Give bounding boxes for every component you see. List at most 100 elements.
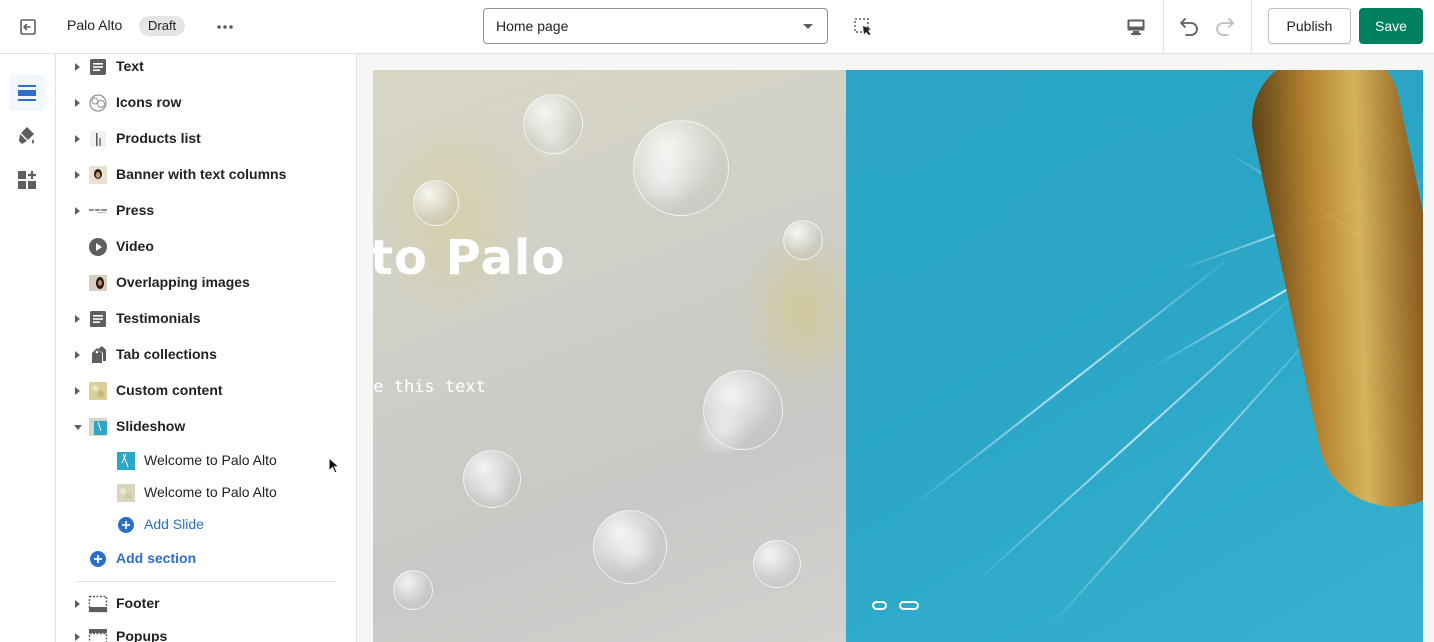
text-block-icon	[88, 57, 108, 77]
divider	[1163, 0, 1164, 54]
add-slide-label: Add Slide	[144, 516, 204, 532]
slideshow-slide[interactable]	[846, 70, 1423, 642]
add-section-button[interactable]: Add section	[56, 543, 356, 575]
collapse-arrow-icon[interactable]	[74, 425, 82, 430]
section-label: Video	[116, 238, 154, 254]
bubble-shape	[783, 220, 823, 260]
divider	[76, 581, 336, 582]
slideshow-pagination	[872, 601, 919, 610]
section-item-testimonials[interactable]: Testimonials	[56, 303, 356, 335]
section-label: Testimonials	[116, 310, 201, 326]
save-button[interactable]: Save	[1359, 8, 1423, 44]
slide-item[interactable]: Welcome to Palo Alto	[56, 445, 356, 477]
section-item-icons-row[interactable]: Icons row	[56, 87, 356, 119]
custom-content-thumbnail	[88, 381, 108, 401]
slide-label: Welcome to Palo Alto	[144, 484, 277, 500]
exit-button[interactable]	[14, 13, 42, 41]
section-item-popups[interactable]: Popups	[56, 621, 356, 642]
page-select[interactable]: Home page	[483, 8, 828, 44]
section-label: Tab collections	[116, 346, 217, 362]
section-item-slideshow[interactable]: Slideshow	[56, 411, 356, 443]
bubble-shape	[633, 120, 729, 216]
desktop-preview-button[interactable]	[1122, 13, 1150, 41]
section-label: Text	[116, 58, 144, 74]
redo-icon	[1216, 18, 1234, 36]
slide-subheading: te this text	[373, 377, 486, 397]
light-ray-shape	[1045, 318, 1328, 632]
sections-icon	[18, 85, 36, 101]
section-label: Custom content	[116, 382, 223, 398]
publish-button[interactable]: Publish	[1268, 8, 1351, 44]
store-name: Palo Alto	[67, 17, 123, 33]
bubble-shape	[753, 540, 801, 588]
tag-collections-icon	[88, 345, 108, 365]
bubble-shape	[703, 370, 783, 450]
undo-icon	[1180, 18, 1198, 36]
slide-heading: to Palo	[373, 230, 566, 286]
add-slide-button[interactable]: Add Slide	[56, 509, 356, 541]
icons-row-icon	[88, 93, 108, 113]
bubble-shape	[413, 180, 459, 226]
section-item-tab-collections[interactable]: Tab collections	[56, 339, 356, 371]
slide-item[interactable]: Welcome to Palo Alto	[56, 477, 356, 509]
section-item-footer[interactable]: Footer	[56, 588, 356, 620]
status-badge: Draft	[139, 16, 186, 36]
undo-button[interactable]	[1175, 12, 1203, 40]
bubble-shape	[523, 94, 583, 154]
inspector-toggle-button[interactable]	[849, 13, 877, 41]
select-inspector-icon	[854, 18, 871, 36]
section-label: Popups	[116, 628, 168, 642]
desktop-preview-icon	[1127, 19, 1145, 35]
more-actions-button[interactable]	[211, 13, 239, 41]
rail-item-apps[interactable]	[9, 162, 45, 198]
popups-layout-icon	[88, 627, 108, 642]
perfume-bottle-shape	[1239, 70, 1423, 521]
play-icon	[88, 237, 108, 257]
add-circle-icon	[116, 515, 136, 535]
slideshow-slide[interactable]: to Palo te this text	[373, 70, 846, 642]
more-horizontal-icon	[217, 25, 233, 29]
section-label: Banner with text columns	[116, 166, 287, 182]
theme-settings-icon	[19, 127, 34, 144]
products-list-thumbnail	[88, 129, 108, 149]
divider	[1251, 0, 1252, 54]
expand-arrow-icon[interactable]	[75, 99, 80, 107]
theme-preview: to Palo te this text	[357, 54, 1434, 642]
section-item-text[interactable]: Text	[56, 54, 356, 83]
section-label: Icons row	[116, 94, 182, 110]
rail-item-sections[interactable]	[9, 75, 45, 111]
expand-arrow-icon[interactable]	[75, 387, 80, 395]
section-label: Footer	[116, 595, 160, 611]
apps-icon	[18, 171, 36, 189]
bubble-shape	[463, 450, 521, 508]
rail-item-theme-settings[interactable]	[9, 118, 45, 154]
expand-arrow-icon[interactable]	[75, 315, 80, 323]
top-bar: Palo Alto Draft Home page Publish Save	[0, 0, 1434, 54]
storefront-preview-frame[interactable]: to Palo te this text	[373, 70, 1423, 642]
section-item-custom-content[interactable]: Custom content	[56, 375, 356, 407]
section-item-banner[interactable]: Banner with text columns	[56, 159, 356, 191]
section-item-press[interactable]: Press	[56, 195, 356, 227]
expand-arrow-icon[interactable]	[75, 63, 80, 71]
section-item-video[interactable]: Video	[56, 231, 356, 263]
redo-button[interactable]	[1211, 12, 1239, 40]
text-block-icon	[88, 309, 108, 329]
expand-arrow-icon[interactable]	[75, 207, 80, 215]
expand-arrow-icon[interactable]	[75, 135, 80, 143]
section-label: Overlapping images	[116, 274, 250, 290]
expand-arrow-icon[interactable]	[75, 600, 80, 608]
section-label: Products list	[116, 130, 201, 146]
slide-dot-active[interactable]	[899, 601, 919, 610]
slide-label: Welcome to Palo Alto	[144, 452, 277, 468]
press-thumbnail	[88, 201, 108, 221]
mouse-pointer-icon	[328, 457, 340, 474]
expand-arrow-icon[interactable]	[75, 171, 80, 179]
sections-panel: Text Icons row Products list Banner with…	[56, 54, 357, 642]
expand-arrow-icon[interactable]	[75, 351, 80, 359]
add-circle-icon	[88, 549, 108, 569]
expand-arrow-icon[interactable]	[75, 633, 80, 641]
section-item-overlapping-images[interactable]: Overlapping images	[56, 267, 356, 299]
slide-dot[interactable]	[872, 601, 887, 610]
left-nav-rail	[0, 54, 56, 642]
section-item-products-list[interactable]: Products list	[56, 123, 356, 155]
